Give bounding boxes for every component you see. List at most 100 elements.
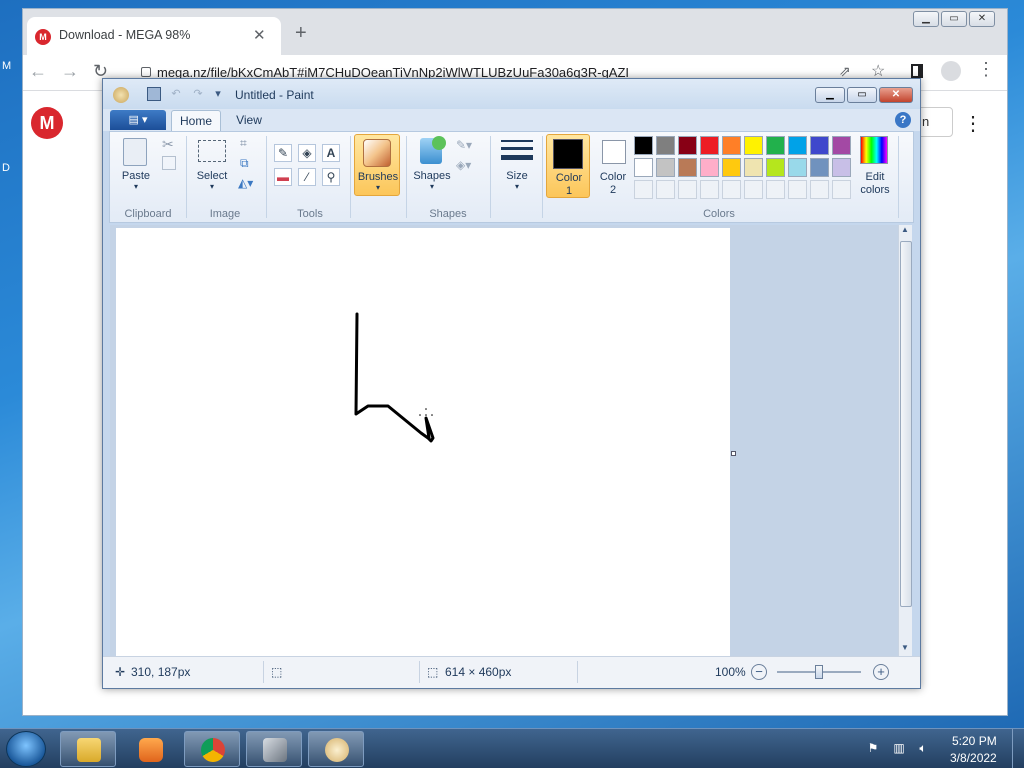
cut-icon[interactable]: ✂	[162, 136, 174, 153]
palette-swatch[interactable]	[832, 158, 851, 177]
palette-swatch[interactable]	[788, 136, 807, 155]
palette-custom-slot[interactable]	[788, 180, 807, 199]
browser-tab[interactable]: M Download - MEGA 98% ✕	[27, 17, 281, 55]
customize-qat-icon[interactable]: ▾	[211, 87, 225, 101]
paint-app-icon[interactable]	[113, 87, 129, 103]
edit-colors-button[interactable]: Edit colors	[854, 134, 896, 198]
palette-swatch[interactable]	[722, 158, 741, 177]
tab-close-icon[interactable]: ✕	[253, 26, 266, 44]
save-icon[interactable]	[147, 87, 161, 101]
palette-custom-slot[interactable]	[722, 180, 741, 199]
palette-swatch[interactable]	[744, 158, 763, 177]
network-icon[interactable]: ▥	[892, 741, 906, 755]
clock-date[interactable]: 3/8/2022	[950, 751, 997, 765]
select-button[interactable]: Select ▾	[192, 134, 232, 196]
shapes-button[interactable]: Shapes ▾	[410, 134, 454, 196]
redo-icon[interactable]: ↷	[191, 87, 205, 101]
close-button[interactable]: ✕	[969, 11, 995, 27]
clock-time[interactable]: 5:20 PM	[952, 734, 997, 748]
show-desktop-button[interactable]	[1012, 729, 1024, 768]
zoom-slider-thumb[interactable]	[815, 665, 823, 679]
copy-icon[interactable]	[162, 156, 176, 170]
zoom-in-button[interactable]: +	[873, 664, 889, 680]
color-picker-icon[interactable]: ⁄	[298, 168, 316, 186]
text-icon[interactable]: A	[322, 144, 340, 162]
palette-swatch[interactable]	[788, 158, 807, 177]
palette-swatch[interactable]	[678, 136, 697, 155]
drawing-canvas[interactable]	[116, 228, 730, 656]
volume-icon[interactable]: 🔈︎	[916, 741, 930, 755]
chrome-icon	[201, 738, 225, 762]
start-button[interactable]	[6, 731, 46, 767]
close-button[interactable]: ✕	[879, 87, 913, 103]
file-menu-button[interactable]: ▤ ▾	[110, 110, 166, 130]
help-icon[interactable]: ?	[895, 112, 911, 128]
palette-swatch[interactable]	[634, 136, 653, 155]
paste-button[interactable]: Paste ▾	[114, 134, 158, 196]
tab-home[interactable]: Home	[171, 110, 221, 131]
palette-swatch[interactable]	[832, 136, 851, 155]
action-center-icon[interactable]: ⚑	[866, 741, 880, 755]
scroll-up-icon[interactable]: ▲	[901, 225, 909, 234]
scroll-down-icon[interactable]: ▼	[901, 643, 909, 652]
rotate-icon[interactable]: ◭▾	[238, 176, 253, 190]
undo-icon[interactable]: ↶	[169, 87, 183, 101]
palette-custom-slot[interactable]	[656, 180, 675, 199]
palette-custom-slot[interactable]	[766, 180, 785, 199]
fill-style-icon[interactable]: ◈▾	[456, 158, 471, 172]
canvas-resize-handle[interactable]	[731, 451, 736, 456]
taskbar-paint[interactable]	[308, 731, 364, 767]
palette-swatch[interactable]	[656, 158, 675, 177]
taskbar-app[interactable]	[246, 731, 302, 767]
brushes-button[interactable]: Brushes ▾	[354, 134, 400, 196]
mega-logo[interactable]: M	[31, 107, 63, 139]
crop-icon[interactable]: ⌗	[240, 136, 247, 151]
palette-swatch[interactable]	[722, 136, 741, 155]
palette-swatch[interactable]	[678, 158, 697, 177]
minimize-button[interactable]: ▁	[913, 11, 939, 27]
new-tab-button[interactable]: +	[295, 23, 307, 43]
taskbar-media-player[interactable]	[122, 731, 178, 767]
palette-custom-slot[interactable]	[700, 180, 719, 199]
palette-custom-slot[interactable]	[810, 180, 829, 199]
palette-custom-slot[interactable]	[744, 180, 763, 199]
profile-avatar-icon[interactable]	[941, 61, 961, 81]
tab-view[interactable]: View	[227, 113, 271, 127]
pencil-icon[interactable]: ✎	[274, 144, 292, 162]
color1-button[interactable]: Color 1	[546, 134, 590, 198]
palette-swatch[interactable]	[766, 136, 785, 155]
fill-icon[interactable]: ◈	[298, 144, 316, 162]
side-panel-icon[interactable]	[911, 64, 923, 78]
zoom-out-button[interactable]: −	[751, 664, 767, 680]
size-line-medium	[501, 147, 533, 150]
palette-swatch[interactable]	[766, 158, 785, 177]
size-button[interactable]: Size ▾	[496, 134, 538, 196]
forward-icon[interactable]: →	[61, 61, 79, 82]
palette-swatch[interactable]	[810, 158, 829, 177]
color2-button[interactable]: Color 2	[594, 134, 632, 198]
outline-icon[interactable]: ✎▾	[456, 138, 472, 152]
palette-swatch[interactable]	[656, 136, 675, 155]
color1-label-number: 1	[565, 185, 573, 197]
scroll-thumb[interactable]	[900, 241, 912, 607]
eraser-icon[interactable]: ▬	[274, 168, 292, 186]
back-icon[interactable]: ←	[29, 61, 47, 82]
magnifier-icon[interactable]: ⚲	[322, 168, 340, 186]
taskbar-explorer[interactable]	[60, 731, 116, 767]
palette-swatch[interactable]	[700, 136, 719, 155]
palette-swatch[interactable]	[700, 158, 719, 177]
palette-custom-slot[interactable]	[832, 180, 851, 199]
palette-swatch[interactable]	[634, 158, 653, 177]
minimize-button[interactable]: ▁	[815, 87, 845, 103]
palette-swatch[interactable]	[810, 136, 829, 155]
palette-custom-slot[interactable]	[678, 180, 697, 199]
mega-menu-icon[interactable]: ⋮	[963, 111, 983, 136]
maximize-button[interactable]: ▭	[941, 11, 967, 27]
chrome-menu-icon[interactable]: ⋮	[977, 59, 995, 80]
maximize-button[interactable]: ▭	[847, 87, 877, 103]
palette-swatch[interactable]	[744, 136, 763, 155]
resize-icon[interactable]: ⧉	[240, 156, 249, 171]
vertical-scrollbar[interactable]: ▲ ▼	[898, 225, 912, 656]
palette-custom-slot[interactable]	[634, 180, 653, 199]
taskbar-chrome[interactable]	[184, 731, 240, 767]
